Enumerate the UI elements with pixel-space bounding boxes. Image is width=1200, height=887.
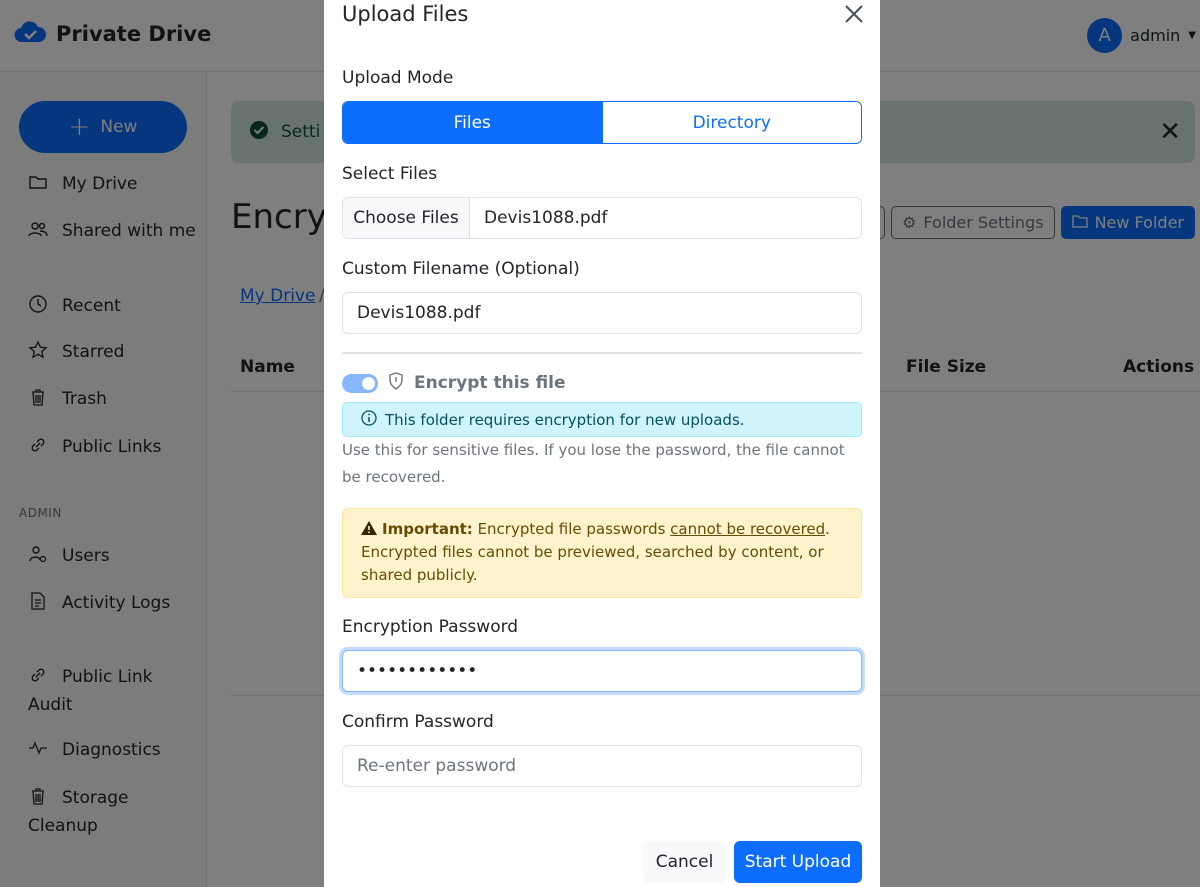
encryption-password-label: Encryption Password [342, 617, 519, 637]
warning-line-2: Encrypted files cannot be previewed, sea… [361, 543, 824, 584]
encryption-password-input[interactable]: •••••••••••• [342, 650, 862, 692]
info-text: This folder requires encryption for new … [385, 410, 745, 429]
shield-icon [388, 372, 404, 394]
upload-mode-toggle: Files Directory [342, 101, 862, 144]
confirm-password-input[interactable]: Re-enter password [342, 745, 862, 787]
warning-text: Encrypted file passwords [472, 520, 671, 538]
choose-files-button[interactable]: Choose Files [343, 198, 470, 238]
mode-directory-button[interactable]: Directory [601, 102, 861, 143]
info-circle-icon [361, 409, 377, 430]
confirm-password-label: Confirm Password [342, 712, 494, 732]
file-input[interactable]: Choose Files Devis1088.pdf [342, 197, 862, 239]
start-upload-button[interactable]: Start Upload [734, 841, 862, 883]
cancel-button[interactable]: Cancel [643, 841, 726, 883]
custom-filename-label: Custom Filename (Optional) [342, 259, 580, 279]
warning-underlined: cannot be recovered [670, 520, 826, 538]
mode-files-button[interactable]: Files [343, 102, 602, 143]
encrypt-toggle-label: Encrypt this file [414, 373, 566, 393]
close-icon[interactable] [842, 2, 866, 26]
encryption-warning-alert: Important: Encrypted file passwords cann… [342, 508, 862, 598]
divider [342, 352, 862, 354]
upload-files-modal: Upload Files Upload Mode Files Directory… [324, 0, 880, 887]
warning-strong: Important: [382, 520, 473, 538]
custom-filename-input[interactable]: Devis1088.pdf [342, 292, 862, 334]
encrypt-toggle-row: Encrypt this file [342, 372, 566, 394]
upload-mode-label: Upload Mode [342, 68, 454, 88]
warning-text-end: . [825, 520, 830, 538]
encrypt-switch[interactable] [342, 373, 378, 393]
select-files-label: Select Files [342, 164, 438, 184]
encryption-help-text: Use this for sensitive files. If you los… [342, 441, 845, 486]
modal-title: Upload Files [342, 2, 469, 26]
encryption-info-alert: This folder requires encryption for new … [342, 402, 862, 437]
chosen-file-name: Devis1088.pdf [484, 208, 608, 228]
warning-triangle-icon [361, 520, 382, 538]
